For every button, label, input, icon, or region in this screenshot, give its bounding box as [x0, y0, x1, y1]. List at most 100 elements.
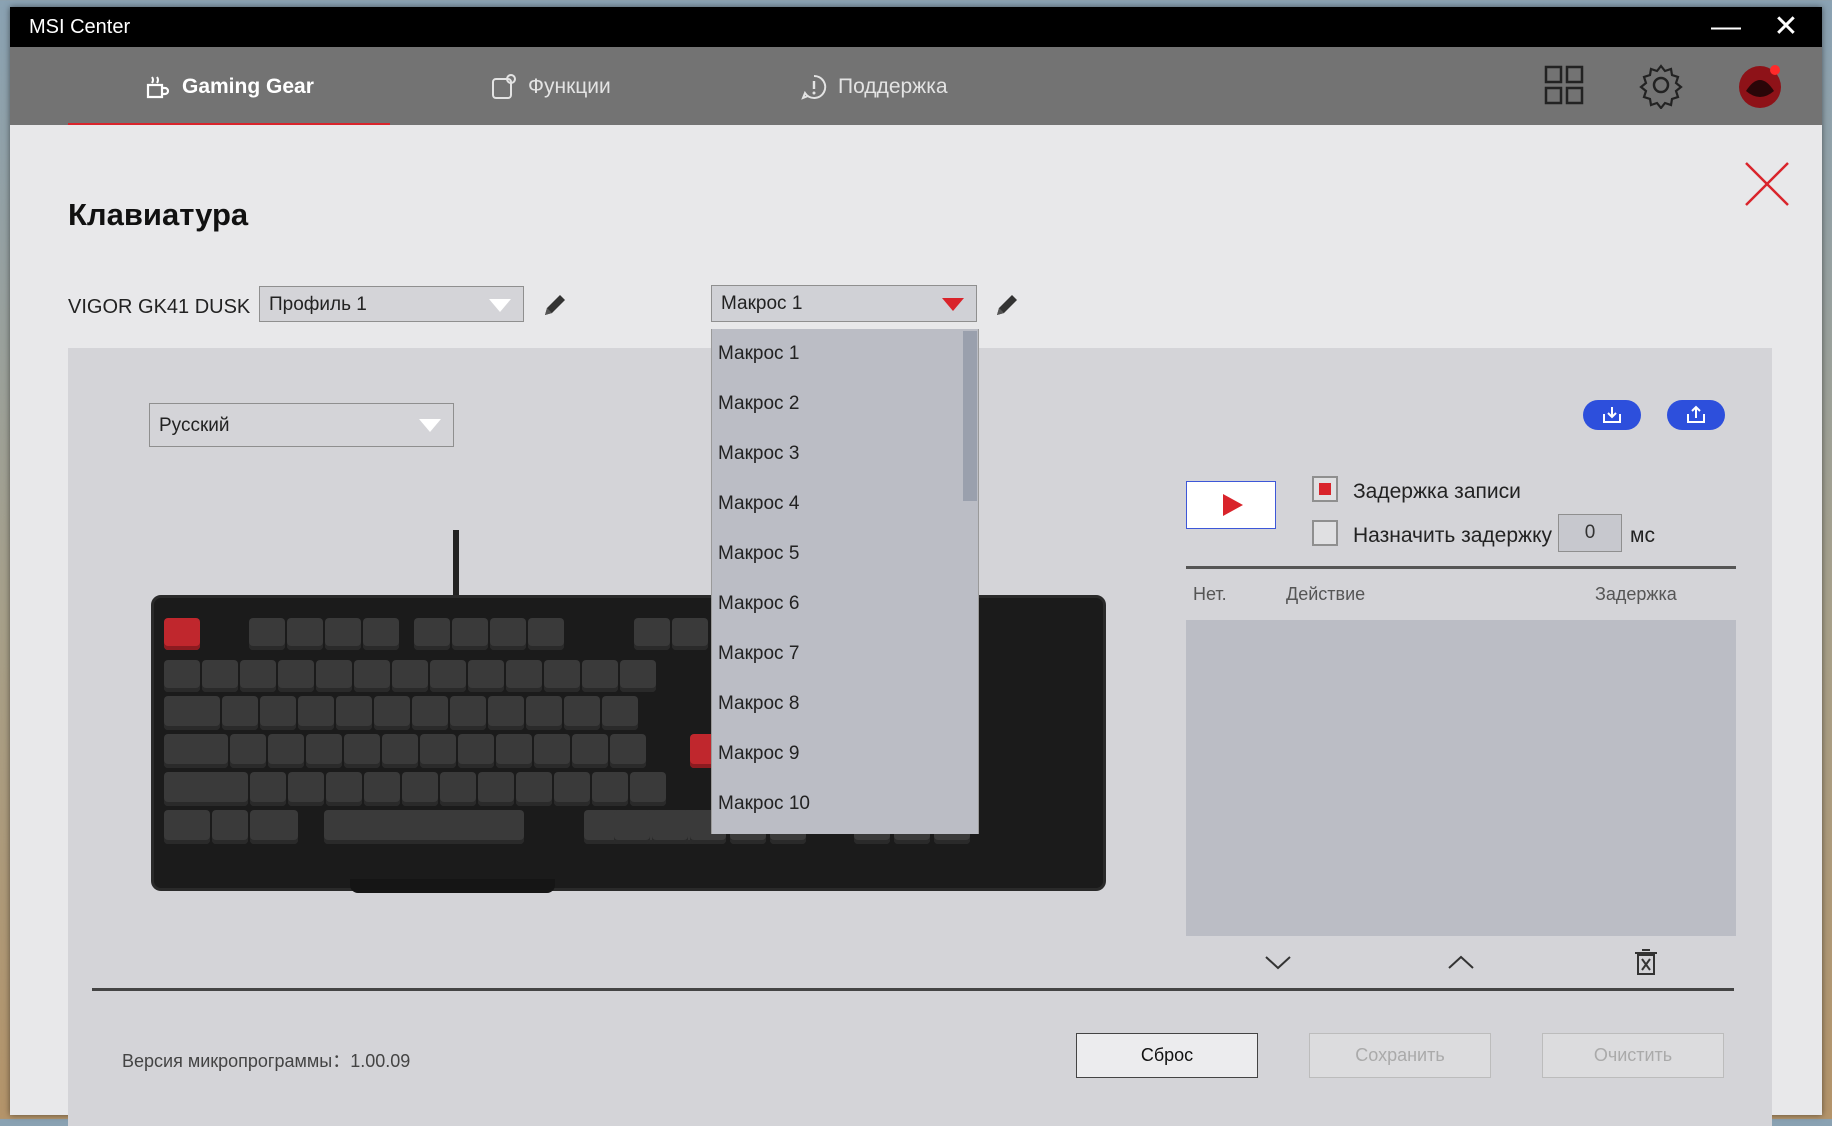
tab-gaming-gear[interactable]: Gaming Gear — [144, 67, 314, 107]
close-window-button[interactable]: ✕ — [1756, 7, 1816, 47]
delay-unit: мс — [1630, 524, 1655, 547]
keyboard-key — [306, 734, 342, 768]
keyboard-key — [582, 660, 618, 692]
keyboard-key — [634, 618, 670, 650]
macro-select[interactable]: Макрос 1 — [711, 285, 977, 322]
keyboard-key — [382, 734, 418, 768]
keyboard-key — [630, 772, 666, 806]
keyboard-key — [344, 734, 380, 768]
keyboard-key — [534, 734, 570, 768]
keyboard-key — [164, 618, 200, 650]
keyboard-key — [240, 660, 276, 692]
dropdown-option[interactable]: Макрос 4 — [712, 479, 978, 529]
record-delay-checkbox[interactable] — [1312, 476, 1338, 502]
close-icon[interactable] — [1742, 159, 1792, 209]
export-button[interactable] — [1667, 400, 1725, 430]
dropdown-option[interactable]: Макрос 8 — [712, 679, 978, 729]
keyboard-key — [610, 734, 646, 768]
dropdown-option[interactable]: Макрос 7 — [712, 629, 978, 679]
keyboard-key — [298, 696, 334, 730]
keyboard-key — [506, 660, 542, 692]
keyboard-key — [620, 660, 656, 692]
keyboard-key — [544, 660, 580, 692]
assign-delay-label: Назначить задержку — [1353, 524, 1553, 547]
reset-button[interactable]: Сброс — [1076, 1033, 1258, 1078]
tab-functions[interactable]: Функции — [490, 67, 611, 107]
keyboard-foot — [350, 879, 555, 893]
footer-divider — [92, 988, 1734, 991]
macro-action-list[interactable] — [1186, 620, 1736, 936]
grid-icon[interactable] — [1540, 61, 1588, 109]
col-action: Действие — [1286, 584, 1366, 604]
delay-input[interactable]: 0 — [1558, 514, 1622, 552]
keyboard-key — [516, 772, 552, 806]
keyboard-key — [202, 660, 238, 692]
checkbox-checked-mark — [1319, 483, 1331, 495]
import-button[interactable] — [1583, 400, 1641, 430]
dropdown-option[interactable]: Макрос 3 — [712, 429, 978, 479]
dropdown-option[interactable]: Макрос 10 — [712, 779, 978, 829]
keyboard-key — [250, 810, 298, 844]
edit-macro-icon[interactable] — [992, 290, 1022, 320]
minimize-button[interactable]: — — [1696, 7, 1756, 47]
language-select[interactable]: Русский — [149, 403, 454, 447]
keyboard-key — [564, 696, 600, 730]
support-icon — [801, 74, 827, 100]
top-nav: Gaming Gear Функции Поддержка — [10, 47, 1822, 125]
assign-delay-checkbox[interactable] — [1312, 520, 1338, 546]
dropdown-option[interactable]: Макрос 2 — [712, 379, 978, 429]
keyboard-key — [316, 660, 352, 692]
device-name: VIGOR GK41 DUSK — [68, 296, 251, 318]
keyboard-key — [496, 734, 532, 768]
keyboard-key — [592, 772, 628, 806]
dropdown-option[interactable]: Макрос 6 — [712, 579, 978, 629]
keyboard-key — [374, 696, 410, 730]
tab-label: Поддержка — [838, 75, 948, 98]
keyboard-key — [164, 772, 248, 806]
keyboard-key — [420, 734, 456, 768]
keyboard-key — [412, 696, 448, 730]
keyboard-key — [528, 618, 564, 650]
chevron-down-icon — [942, 298, 964, 311]
dropdown-option[interactable]: Макрос 9 — [712, 729, 978, 779]
keyboard-key — [602, 696, 638, 730]
profile-select[interactable]: Профиль 1 — [259, 286, 524, 322]
gaming-gear-icon — [146, 76, 170, 99]
keyboard-key — [325, 618, 361, 650]
keyboard-key — [364, 772, 400, 806]
record-delay-label: Задержка записи — [1353, 480, 1521, 503]
page-title: Клавиатура — [68, 197, 249, 232]
save-button[interactable]: Сохранить — [1309, 1033, 1491, 1078]
keyboard-key — [164, 734, 228, 768]
gear-icon[interactable] — [1637, 61, 1685, 109]
dropdown-option[interactable]: Макрос 1 — [712, 329, 978, 379]
avatar[interactable] — [1736, 61, 1784, 109]
chevron-down-icon — [489, 299, 511, 312]
upload-icon — [1687, 405, 1705, 423]
col-number: Нет. — [1193, 584, 1227, 604]
keyboard-key — [212, 810, 248, 844]
functions-icon — [492, 74, 516, 99]
keyboard-key — [164, 810, 210, 844]
dropdown-scrollbar[interactable] — [960, 329, 978, 834]
tab-support[interactable]: Поддержка — [800, 67, 948, 107]
scrollbar-thumb[interactable] — [963, 331, 977, 501]
profile-select-value: Профиль 1 — [269, 294, 367, 315]
clear-button[interactable]: Очистить — [1542, 1033, 1724, 1078]
trash-icon[interactable] — [1631, 947, 1661, 977]
play-icon — [1223, 494, 1243, 516]
keyboard-key — [288, 772, 324, 806]
keyboard-key — [326, 772, 362, 806]
keyboard-key — [614, 810, 650, 844]
keyboard-key — [488, 696, 524, 730]
keyboard-key — [249, 618, 285, 650]
edit-profile-icon[interactable] — [540, 290, 570, 320]
keyboard-key — [490, 618, 526, 650]
move-up-icon[interactable] — [1446, 948, 1476, 978]
record-play-button[interactable] — [1186, 481, 1276, 529]
keyboard-key — [250, 772, 286, 806]
move-down-icon[interactable] — [1263, 948, 1293, 978]
keyboard-key — [554, 772, 590, 806]
chevron-down-icon — [419, 419, 441, 432]
dropdown-option[interactable]: Макрос 5 — [712, 529, 978, 579]
